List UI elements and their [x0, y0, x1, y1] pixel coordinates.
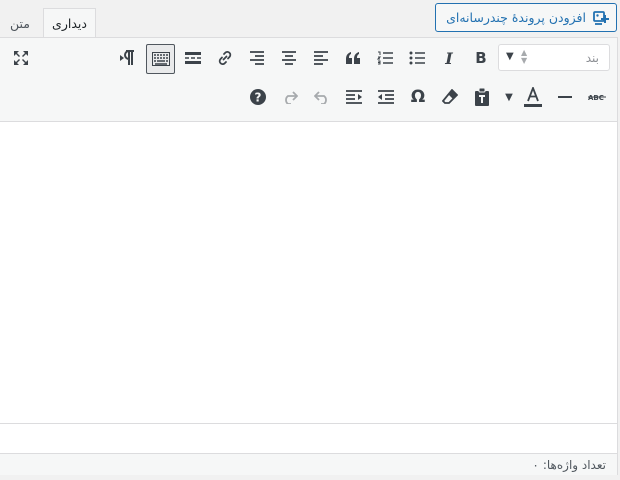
chevron-down-icon: ▼: [505, 91, 513, 103]
fullscreen-button[interactable]: [7, 44, 35, 72]
read-more-button[interactable]: [179, 44, 207, 72]
indent-icon: [346, 90, 362, 104]
paste-text-icon: [475, 88, 489, 106]
text-color-dropdown[interactable]: ▼: [500, 83, 518, 111]
numbered-list-button[interactable]: [371, 44, 399, 72]
tab-visual[interactable]: دیداری: [43, 8, 96, 38]
editor-toolbar: بند ▲ ▼ ▼ B I ABC ▼ Ω ?: [0, 38, 617, 122]
word-count-label: تعداد واژه‌ها:: [542, 457, 606, 472]
clear-formatting-button[interactable]: [436, 83, 464, 111]
editor-container: بند ▲▼ ▼ B I: [0, 37, 618, 475]
keyboard-icon: [151, 52, 170, 66]
undo-button[interactable]: [308, 83, 336, 111]
outdent-icon: [378, 90, 394, 104]
italic-button[interactable]: I: [435, 44, 463, 72]
align-right-button[interactable]: [243, 44, 271, 72]
quote-icon: [346, 52, 360, 64]
spinner-icon: ▲ ▼: [521, 48, 528, 65]
add-media-button[interactable]: افزودن پروندهٔ چندرسانه‌ای: [435, 3, 617, 32]
horizontal-line-icon: [558, 96, 572, 98]
editor-content-area[interactable]: [0, 123, 617, 423]
chevron-down-icon: ▼: [506, 51, 514, 62]
editor-status-path: [0, 423, 617, 453]
toolbar-toggle-button[interactable]: [146, 44, 175, 74]
editor-top-bar: افزودن پروندهٔ چندرسانه‌ای دیداری متن: [0, 0, 620, 38]
eraser-icon: [442, 89, 458, 104]
paste-as-text-button[interactable]: [468, 83, 496, 111]
numbered-list-icon: [377, 51, 393, 65]
word-count-value: ۰: [532, 457, 539, 472]
align-center-icon: [282, 51, 296, 65]
redo-icon: [285, 91, 298, 104]
help-icon: ?: [250, 89, 266, 105]
text-color-button[interactable]: [519, 83, 547, 111]
svg-text:?: ?: [255, 91, 262, 105]
align-left-icon: [314, 51, 328, 65]
text-color-icon: [524, 87, 542, 107]
add-media-label: افزودن پروندهٔ چندرسانه‌ای: [446, 10, 586, 25]
fullscreen-icon: [14, 51, 28, 65]
read-more-icon: [185, 52, 201, 64]
bold-icon: B: [475, 49, 487, 67]
strikethrough-icon: ABC: [588, 94, 606, 102]
bullet-list-icon: [409, 51, 425, 65]
pilcrow-rtl-icon: [120, 50, 134, 65]
format-select-value: بند: [585, 50, 599, 65]
help-button[interactable]: ?: [244, 83, 272, 111]
word-count-bar: تعداد واژه‌ها: ۰: [0, 453, 617, 475]
horizontal-line-button[interactable]: [551, 83, 579, 111]
redo-button[interactable]: [276, 83, 304, 111]
strikethrough-button[interactable]: ABC: [583, 83, 611, 111]
insert-link-button[interactable]: [211, 44, 239, 72]
paragraph-direction-button[interactable]: [114, 44, 142, 72]
align-right-icon: [250, 51, 264, 65]
svg-text:ABC: ABC: [588, 94, 604, 102]
italic-icon: I: [445, 48, 453, 68]
decrease-indent-button[interactable]: [372, 83, 400, 111]
undo-icon: [314, 91, 327, 104]
format-select[interactable]: بند ▲ ▼ ▼: [498, 44, 610, 71]
add-media-icon: [592, 9, 610, 27]
bullet-list-button[interactable]: [403, 44, 431, 72]
blockquote-button[interactable]: [339, 44, 367, 72]
bold-button[interactable]: B: [467, 44, 495, 72]
omega-icon: Ω: [410, 87, 426, 107]
tab-text[interactable]: متن: [0, 8, 40, 37]
align-center-button[interactable]: [275, 44, 303, 72]
special-character-button[interactable]: Ω: [404, 83, 432, 111]
link-icon: [218, 51, 232, 65]
increase-indent-button[interactable]: [340, 83, 368, 111]
align-left-button[interactable]: [307, 44, 335, 72]
